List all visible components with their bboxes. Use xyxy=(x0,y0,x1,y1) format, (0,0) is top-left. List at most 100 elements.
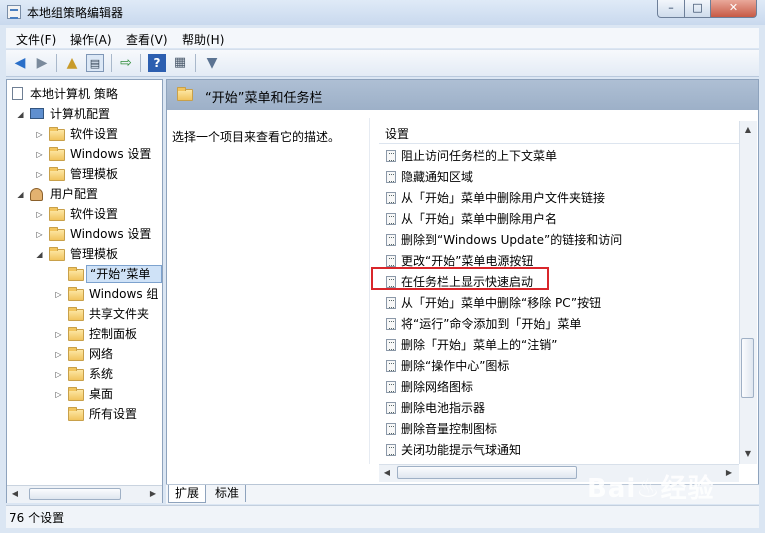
tree-label: 计算机配置 xyxy=(50,107,111,121)
expand-icon[interactable]: ▷ xyxy=(54,370,63,379)
policy-row[interactable]: 将“运行”命令添加到「开始」菜单 xyxy=(379,314,739,335)
filter-icon[interactable]: ▼ xyxy=(203,54,221,72)
tree-node-control-panel[interactable]: ▷ 控制面板 xyxy=(10,324,156,344)
close-button[interactable]: ✕ xyxy=(710,0,757,18)
collapse-icon[interactable]: ◢ xyxy=(35,250,44,259)
column-header[interactable]: 设置 xyxy=(379,121,739,144)
details-title: “开始”菜单和任务栏 xyxy=(205,91,323,106)
expand-icon[interactable]: ▷ xyxy=(35,230,44,239)
menu-action[interactable]: 操作(A) xyxy=(70,31,112,48)
scroll-down-icon[interactable]: ▼ xyxy=(742,448,754,460)
policy-row[interactable]: 删除到“Windows Update”的链接和访问 xyxy=(379,230,739,251)
folder-icon xyxy=(49,127,65,141)
policy-setting-icon xyxy=(386,360,396,372)
expand-icon[interactable]: ▷ xyxy=(35,170,44,179)
tab-standard[interactable]: 标准 xyxy=(209,485,247,502)
policy-row[interactable]: 删除音量控制图标 xyxy=(379,419,739,440)
tree-node-user-config[interactable]: ◢ 用户配置 xyxy=(10,184,150,204)
export-list-icon[interactable]: ⇨ xyxy=(117,54,135,72)
policy-label: 将“运行”命令添加到「开始」菜单 xyxy=(401,317,582,331)
menu-help[interactable]: 帮助(H) xyxy=(182,31,224,48)
tree-node-system[interactable]: ▷ 系统 xyxy=(10,364,156,384)
policy-row[interactable]: 隐藏通知区域 xyxy=(379,167,739,188)
vertical-scroll-thumb[interactable] xyxy=(741,338,754,398)
tree-horizontal-scrollbar[interactable]: ◀ ▶ xyxy=(7,485,162,503)
tree-node-local-policy[interactable]: 本地计算机 策略 xyxy=(10,84,150,104)
pane-divider xyxy=(369,118,370,464)
tree-node-shared-folders[interactable]: 共享文件夹 xyxy=(10,304,156,324)
folder-open-icon xyxy=(49,247,65,261)
maximize-button[interactable]: □ xyxy=(684,0,711,18)
tree-label: 软件设置 xyxy=(70,207,119,221)
expand-icon[interactable]: ▷ xyxy=(54,290,63,299)
user-icon xyxy=(30,188,43,201)
folder-icon xyxy=(49,167,65,181)
minimize-button[interactable]: – xyxy=(657,0,685,18)
folder-icon xyxy=(68,387,84,401)
help-icon[interactable]: ? xyxy=(148,54,166,72)
policy-setting-icon xyxy=(386,339,396,351)
vertical-scrollbar[interactable]: ▲ ▼ xyxy=(739,121,757,464)
collapse-icon[interactable]: ◢ xyxy=(16,190,25,199)
policy-setting-icon xyxy=(386,192,396,204)
policy-label: 删除“操作中心”图标 xyxy=(401,359,510,373)
tree-node-start-menu[interactable]: “开始”菜单 xyxy=(10,264,162,284)
tree-node-u-software[interactable]: ▷ 软件设置 xyxy=(10,204,150,224)
policy-setting-icon xyxy=(386,213,396,225)
scroll-thumb[interactable] xyxy=(29,488,121,500)
policy-row[interactable]: 从「开始」菜单中删除用户名 xyxy=(379,209,739,230)
policy-row[interactable]: 阻止访问任务栏的上下文菜单 xyxy=(379,146,739,167)
tree-label: 共享文件夹 xyxy=(89,307,150,321)
menu-file[interactable]: 文件(F) xyxy=(16,31,56,48)
tree-node-c-admin[interactable]: ▷ 管理模板 xyxy=(10,164,150,184)
tree-node-c-windows[interactable]: ▷ Windows 设置 xyxy=(10,144,152,164)
tree-label: 桌面 xyxy=(89,387,114,401)
tree-node-computer-config[interactable]: ◢ 计算机配置 xyxy=(10,104,150,124)
folder-icon xyxy=(49,227,65,241)
annotation-highlight-box xyxy=(371,267,549,290)
policy-row[interactable]: 删除「开始」菜单上的“注销” xyxy=(379,335,739,356)
policy-row[interactable]: 从「开始」菜单中删除用户文件夹链接 xyxy=(379,188,739,209)
expand-icon[interactable]: ▷ xyxy=(54,390,63,399)
tree-node-u-admin[interactable]: ◢ 管理模板 xyxy=(10,244,150,264)
expand-icon[interactable]: ▷ xyxy=(35,210,44,219)
horizontal-scroll-thumb[interactable] xyxy=(397,466,577,479)
expand-icon[interactable]: ▷ xyxy=(35,150,44,159)
tree-node-all-settings[interactable]: 所有设置 xyxy=(10,404,156,424)
up-folder-icon[interactable]: ▲ xyxy=(63,54,81,72)
folder-icon xyxy=(68,367,84,381)
tree-node-u-windows[interactable]: ▷ Windows 设置 xyxy=(10,224,151,244)
policy-row[interactable]: 删除网络图标 xyxy=(379,377,739,398)
scroll-left-icon[interactable]: ◀ xyxy=(9,488,21,500)
scroll-up-icon[interactable]: ▲ xyxy=(742,124,754,136)
tree-label: Windows 组 xyxy=(89,287,159,301)
tab-extended[interactable]: 扩展 xyxy=(168,485,207,503)
tree-label: 网络 xyxy=(89,347,114,361)
expand-icon[interactable]: ▷ xyxy=(54,350,63,359)
tree-node-windows-components[interactable]: ▷ Windows 组 xyxy=(10,284,159,304)
back-icon[interactable]: ◀ xyxy=(11,54,29,72)
scroll-right-icon[interactable]: ▶ xyxy=(147,488,159,500)
tree-node-c-software[interactable]: ▷ 软件设置 xyxy=(10,124,150,144)
tree-node-desktop[interactable]: ▷ 桌面 xyxy=(10,384,156,404)
policy-row[interactable]: 删除电池指示器 xyxy=(379,398,739,419)
menu-view[interactable]: 查看(V) xyxy=(126,31,168,48)
expand-icon[interactable]: ▷ xyxy=(54,330,63,339)
column-header-label: 设置 xyxy=(385,127,410,141)
properties-icon[interactable]: ▦ xyxy=(171,54,189,72)
forward-icon[interactable]: ▶ xyxy=(33,54,51,72)
scroll-right-icon[interactable]: ▶ xyxy=(723,467,735,479)
policy-row[interactable]: 关闭功能提示气球通知 xyxy=(379,440,739,461)
collapse-icon[interactable]: ◢ xyxy=(16,110,25,119)
computer-icon xyxy=(30,108,44,119)
expand-icon[interactable]: ▷ xyxy=(35,130,44,139)
tree-label: Windows 设置 xyxy=(70,147,152,161)
menu-bar xyxy=(6,28,759,48)
policy-row[interactable]: 从「开始」菜单中删除“移除 PC”按钮 xyxy=(379,293,739,314)
tree-node-network[interactable]: ▷ 网络 xyxy=(10,344,156,364)
show-hide-tree-icon[interactable]: ▤ xyxy=(86,54,104,72)
policy-setting-icon xyxy=(386,234,396,246)
scroll-left-icon[interactable]: ◀ xyxy=(381,467,393,479)
policy-row[interactable]: 删除“操作中心”图标 xyxy=(379,356,739,377)
folder-icon xyxy=(177,87,193,101)
